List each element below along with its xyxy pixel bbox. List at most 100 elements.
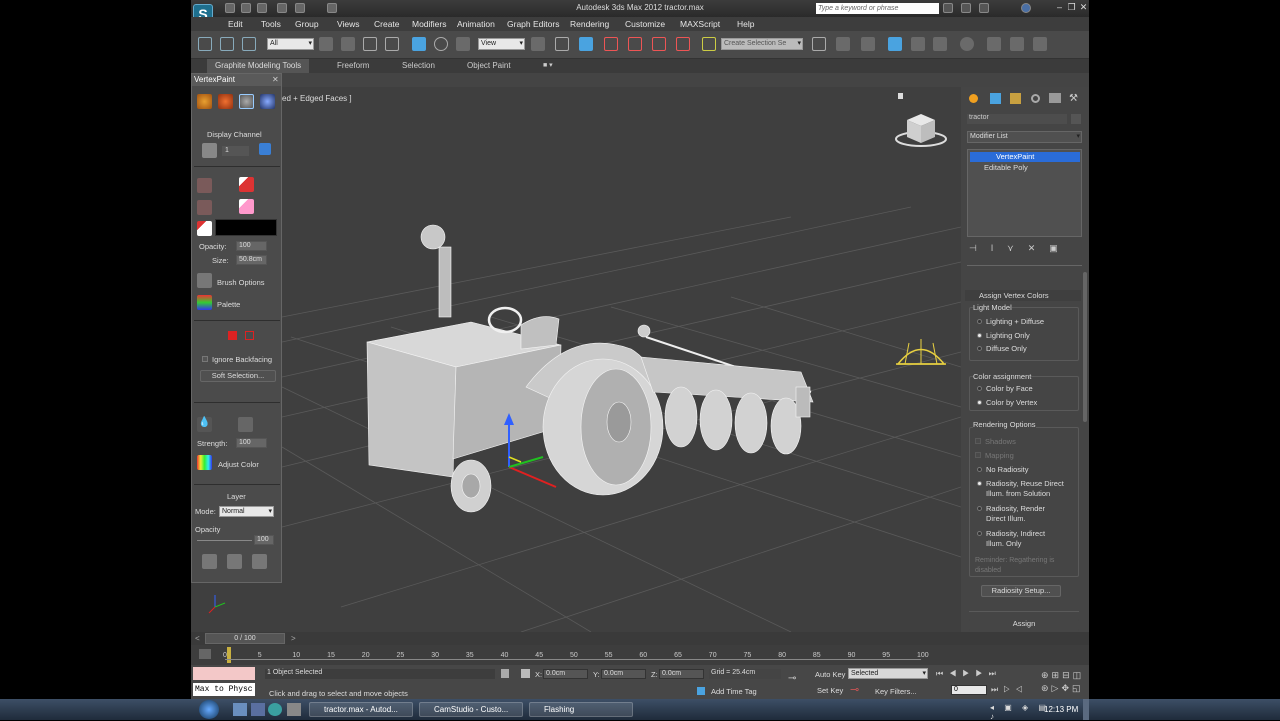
- stack-item-vertexpaint[interactable]: VertexPaint: [970, 152, 1080, 162]
- eraser-icon[interactable]: [239, 199, 254, 214]
- time-config-icons[interactable]: ⏭▷◁: [991, 685, 1037, 695]
- radiosity-render-radio[interactable]: [977, 506, 982, 511]
- save-icon[interactable]: [257, 3, 267, 13]
- absolute-mode-icon[interactable]: [521, 669, 530, 678]
- vertex-mode-icon[interactable]: [228, 331, 237, 340]
- select-and-move-icon[interactable]: [412, 37, 426, 51]
- hierarchy-tab-icon[interactable]: [1010, 93, 1021, 104]
- tab-selection[interactable]: Selection: [402, 61, 435, 70]
- face-mode-icon[interactable]: [245, 331, 254, 340]
- set-key-button[interactable]: Set Key: [817, 686, 843, 695]
- new-icon[interactable]: [225, 3, 235, 13]
- color-by-face-radio[interactable]: [977, 386, 982, 391]
- menu-maxscript[interactable]: MAXScript: [680, 19, 720, 29]
- tractor-model[interactable]: [366, 224, 814, 513]
- pinned-folder-icon[interactable]: [287, 703, 301, 716]
- select-by-name-icon[interactable]: [341, 37, 355, 51]
- color-by-vertex-radio[interactable]: [977, 400, 982, 405]
- brush-options-button[interactable]: Brush Options: [217, 278, 265, 287]
- modify-tab-icon[interactable]: [990, 93, 1001, 104]
- reference-coord-dropdown[interactable]: View: [478, 38, 525, 50]
- key-mode-dropdown[interactable]: Selected: [848, 668, 928, 679]
- strength-spinner[interactable]: 100: [236, 438, 267, 448]
- unlink-icon[interactable]: [220, 37, 234, 51]
- menu-help[interactable]: Help: [737, 19, 754, 29]
- z-coordinate-field[interactable]: 0.0cm: [659, 669, 704, 679]
- star-icon[interactable]: [979, 3, 989, 13]
- viewport-navigation-icons[interactable]: ⊕⊞⊟◫ ⊛▷✥◱: [1041, 669, 1087, 695]
- layer-manager-icon[interactable]: [861, 37, 875, 51]
- tab-freeform[interactable]: Freeform: [337, 61, 369, 70]
- tab-graphite-modeling-tools[interactable]: Graphite Modeling Tools: [207, 59, 310, 73]
- adjust-color-button[interactable]: Adjust Color: [218, 460, 259, 469]
- pick-color-icon[interactable]: [197, 221, 212, 236]
- pinned-app-icon[interactable]: [251, 703, 265, 716]
- disable-vertex-color-display-icon[interactable]: [239, 94, 254, 109]
- assign-button[interactable]: Assign: [969, 619, 1079, 631]
- shadows-checkbox[interactable]: [975, 438, 981, 444]
- menu-group[interactable]: Group: [295, 19, 319, 29]
- perspective-viewport[interactable]: ed + Edged Faces ]: [191, 87, 961, 632]
- soft-selection-button[interactable]: Soft Selection...: [200, 370, 276, 382]
- command-panel-scrollbar[interactable]: [1083, 272, 1087, 422]
- x-coordinate-field[interactable]: 0.0cm: [543, 669, 588, 679]
- render-setup-icon[interactable]: [987, 37, 1001, 51]
- communication-icon[interactable]: [961, 3, 971, 13]
- align-icon[interactable]: [836, 37, 850, 51]
- curve-editor-icon[interactable]: [911, 37, 925, 51]
- select-and-rotate-icon[interactable]: [434, 37, 448, 51]
- rendered-frame-window-icon[interactable]: [1010, 37, 1024, 51]
- menu-views[interactable]: Views: [337, 19, 360, 29]
- select-manipulate-icon[interactable]: [555, 37, 569, 51]
- adjust-color-icon[interactable]: [197, 455, 212, 470]
- edit-named-selection-icon[interactable]: [702, 37, 716, 51]
- menu-graph-editors[interactable]: Graph Editors: [507, 19, 559, 29]
- open-icon[interactable]: [241, 3, 251, 13]
- taskbar-item-flashing[interactable]: Flashing: [529, 702, 633, 717]
- modifier-list-dropdown[interactable]: Modifier List: [967, 131, 1082, 143]
- viewport-lock-icon[interactable]: [898, 93, 903, 99]
- snaps-toggle-icon[interactable]: [604, 37, 618, 51]
- no-radiosity-radio[interactable]: [977, 467, 982, 472]
- display-tab-icon[interactable]: [1049, 93, 1061, 103]
- undo-icon[interactable]: [277, 3, 287, 13]
- create-tab-icon[interactable]: [969, 94, 978, 103]
- help-icon[interactable]: [1021, 3, 1031, 13]
- radiosity-reuse-radio[interactable]: [977, 481, 982, 486]
- erase-all-icon[interactable]: [197, 178, 212, 193]
- mirror-icon[interactable]: [812, 37, 826, 51]
- diffuse-only-radio[interactable]: [977, 346, 982, 351]
- schematic-view-icon[interactable]: [933, 37, 947, 51]
- current-frame-field[interactable]: 0: [951, 685, 987, 695]
- radiosity-setup-button[interactable]: Radiosity Setup...: [981, 585, 1061, 597]
- erase-selection-icon[interactable]: [197, 200, 212, 215]
- selection-lock-icon[interactable]: [501, 669, 509, 678]
- binoculars-icon[interactable]: [943, 3, 953, 13]
- select-and-scale-icon[interactable]: [456, 37, 470, 51]
- angle-snap-icon[interactable]: [628, 37, 642, 51]
- blur-smear-icon[interactable]: [238, 417, 253, 432]
- channel-lock-icon[interactable]: [259, 143, 271, 155]
- menu-tools[interactable]: Tools: [261, 19, 281, 29]
- hide-polygons-icon[interactable]: [260, 94, 275, 109]
- named-selection-dropdown[interactable]: Create Selection Se: [721, 38, 803, 50]
- ignore-backfacing-checkbox[interactable]: [202, 356, 208, 362]
- add-time-tag-button[interactable]: Add Time Tag: [711, 687, 757, 696]
- set-key-big-icon[interactable]: ⊸: [850, 683, 863, 696]
- menu-customize[interactable]: Customize: [625, 19, 665, 29]
- time-next-icon[interactable]: >: [291, 634, 296, 643]
- floater-close-icon[interactable]: ✕: [272, 75, 279, 84]
- vertex-color-display-shaded-icon[interactable]: [197, 94, 212, 109]
- ribbon-options-icon[interactable]: ■ ▾: [543, 61, 553, 69]
- opacity-spinner[interactable]: 100: [236, 241, 267, 251]
- material-editor-icon[interactable]: [960, 37, 974, 51]
- key-filters-button[interactable]: Key Filters...: [875, 687, 917, 696]
- project-folder-icon[interactable]: [327, 3, 337, 13]
- time-slider-thumb[interactable]: 0 / 100: [205, 633, 285, 644]
- menu-modifiers[interactable]: Modifiers: [412, 19, 446, 29]
- viewcube[interactable]: [895, 114, 947, 147]
- vertexpaint-title[interactable]: VertexPaint: [192, 74, 281, 86]
- utilities-tab-icon[interactable]: ⚒: [1069, 93, 1080, 104]
- pinned-explorer-icon[interactable]: [233, 703, 247, 716]
- time-prev-icon[interactable]: <: [195, 634, 200, 643]
